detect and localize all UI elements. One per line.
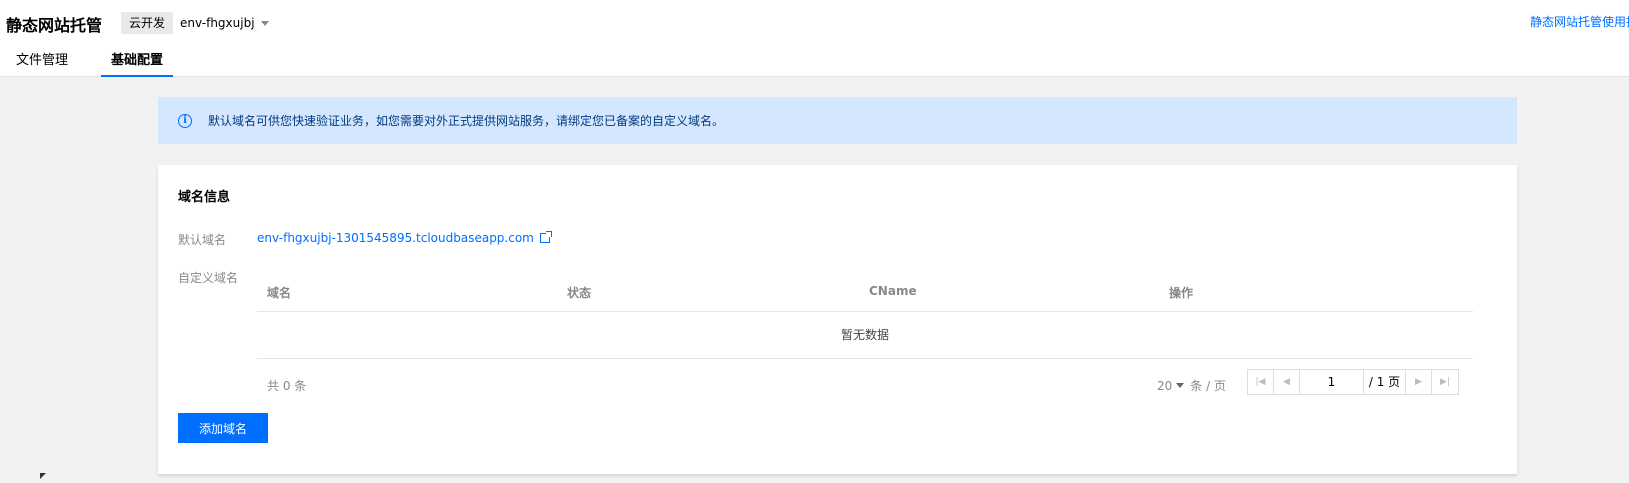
chevron-down-icon [1176,383,1185,388]
default-domain-text: env-fhgxujbj-1301545895.tcloudbaseapp.co… [257,231,534,245]
add-domain-button[interactable]: 添加域名 [178,413,268,443]
first-page-icon[interactable]: |◀ [1248,370,1274,394]
page-number-input[interactable] [1300,370,1364,394]
default-domain-link[interactable]: env-fhgxujbj-1301545895.tcloudbaseapp.co… [257,231,552,245]
custom-domain-label: 自定义域名 [178,271,239,285]
column-header-cname: CName [869,284,917,298]
external-link-icon[interactable] [539,231,552,243]
info-notice: i 默认域名可供您快速验证业务，如您需要对外正式提供网站服务，请绑定您已备案的自… [158,97,1517,144]
pager-controls: |◀ ◀ / 1 页 ▶ ▶| [1247,369,1459,395]
column-header-domain: 域名 [267,286,292,300]
table-header: 域名 状态 CName 操作 [257,269,1473,312]
info-icon: i [178,113,192,128]
next-page-icon[interactable]: ▶ [1406,370,1432,394]
env-tag: 云开发 [121,12,174,34]
top-bar: 静态网站托管 云开发 env-fhgxujbj 静态网站托管使用指 文件管理 基… [0,0,1629,77]
last-page-icon[interactable]: ▶| [1432,370,1458,394]
empty-state: 暂无数据 [257,312,1473,359]
tab-file-management[interactable]: 文件管理 [16,50,68,77]
mouse-cursor-icon [40,473,46,479]
page-size-unit: 条 / 页 [1190,379,1226,393]
notice-text: 默认域名可供您快速验证业务，如您需要对外正式提供网站服务，请绑定您已备案的自定义… [208,114,725,128]
page-title: 静态网站托管 [6,16,103,35]
total-pages: / 1 页 [1364,370,1406,394]
custom-domain-table: 域名 状态 CName 操作 暂无数据 共 0 条 20 条 / 页 |◀ ◀ … [257,269,1473,407]
page-size-select[interactable]: 20 条 / 页 [1157,377,1226,394]
card-title: 域名信息 [178,190,231,205]
env-name: env-fhgxujbj [180,16,255,30]
column-header-status: 状态 [567,286,592,300]
chevron-down-icon [260,20,269,26]
help-link[interactable]: 静态网站托管使用指 [1530,13,1629,30]
env-selector[interactable]: env-fhgxujbj [180,12,269,34]
pagination: 共 0 条 20 条 / 页 |◀ ◀ / 1 页 ▶ ▶| [257,359,1473,407]
page-size-value: 20 [1157,378,1173,393]
domain-info-card: 域名信息 默认域名 env-fhgxujbj-1301545895.tcloud… [158,165,1517,474]
total-count: 共 0 条 [267,379,307,393]
column-header-actions: 操作 [1169,286,1194,300]
tab-basic-config[interactable]: 基础配置 [101,50,174,77]
prev-page-icon[interactable]: ◀ [1274,370,1300,394]
default-domain-label: 默认域名 [178,233,227,247]
